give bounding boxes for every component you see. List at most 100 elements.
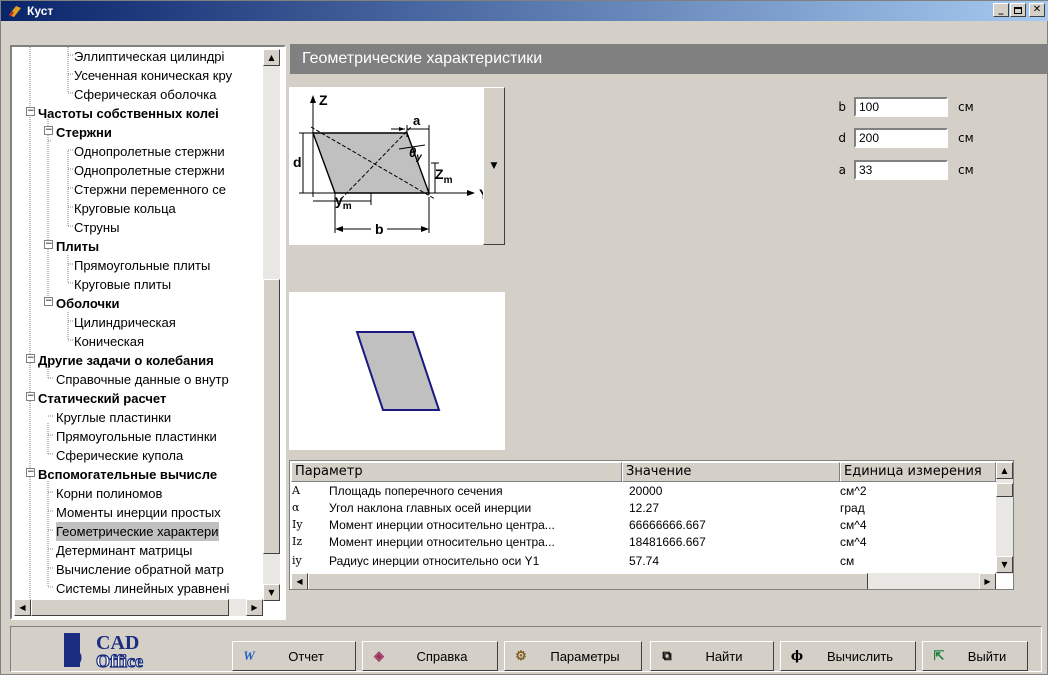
table-scroll-thumb[interactable]	[996, 483, 1013, 497]
scroll-right-button[interactable]: ▶	[246, 599, 263, 616]
hscroll-thumb[interactable]	[31, 599, 229, 616]
chevron-down-icon: ▼	[490, 161, 498, 171]
tree-expander-static-calc[interactable]: −	[26, 392, 35, 401]
tree-expander-rods[interactable]: −	[44, 126, 53, 135]
param-unit-a: см	[958, 163, 974, 177]
report-button[interactable]: W Отчет	[232, 641, 356, 671]
minimize-icon: _	[998, 4, 1004, 15]
scroll-thumb[interactable]	[263, 279, 280, 554]
column-header-value[interactable]: Значение	[622, 462, 840, 482]
tree-item-cylindrical[interactable]: Цилиндрическая	[74, 313, 176, 332]
app-icon	[9, 6, 21, 17]
tree-item-shells[interactable]: Оболочки	[56, 294, 120, 313]
tree-item-spherical-shell[interactable]: Сферическая оболочка	[74, 85, 216, 104]
row-symbol: iy	[292, 554, 302, 567]
scroll-left-button[interactable]: ◀	[14, 599, 31, 616]
tree-item-polynomial-roots[interactable]: Корни полиномов	[56, 484, 162, 503]
tree-item-rods[interactable]: Стержни	[56, 123, 112, 142]
parameters-button[interactable]: ⚙ Параметры	[504, 641, 642, 671]
tree-item-rectangular-plates-static[interactable]: Прямоугольные пластинки	[56, 427, 217, 446]
tree-expander-shells[interactable]: −	[44, 297, 53, 306]
param-row-d: d см	[826, 128, 974, 148]
tree-expander-other-vibration[interactable]: −	[26, 354, 35, 363]
tree-expander-natural-frequencies[interactable]: −	[26, 107, 35, 116]
table-vertical-scrollbar[interactable]: ▲ ▼	[996, 462, 1013, 574]
tree-item-other-vibration[interactable]: Другие задачи о колебания	[38, 351, 214, 370]
row-symbol: Iz	[292, 535, 303, 548]
tree-item-moments-of-inertia[interactable]: Моменты инерции простых	[56, 503, 221, 522]
calculate-button[interactable]: ϕ Вычислить	[780, 641, 916, 671]
results-table[interactable]: Параметр Значение Единица измерения A Пл…	[289, 460, 1014, 590]
tree-expander-plates[interactable]: −	[44, 240, 53, 249]
find-button[interactable]: ⧉ Найти	[650, 641, 774, 671]
tree-vertical-scrollbar[interactable]: ▲ ▼	[263, 49, 280, 601]
table-row[interactable]: iy Радиус инерции относительно оси Y1 57…	[290, 553, 995, 567]
tree-item-circular-plates[interactable]: Круговые плиты	[74, 275, 171, 294]
tree-item-natural-frequencies[interactable]: Частоты собственных колеі	[38, 104, 219, 123]
table-scroll-up-button[interactable]: ▲	[996, 462, 1013, 479]
row-unit: см^4	[840, 518, 867, 532]
tree-item-single-span-rods-2[interactable]: Однопролетные стержни	[74, 161, 225, 180]
maximize-button[interactable]	[1010, 3, 1026, 17]
arrow-up-icon: ▲	[1001, 466, 1008, 475]
table-horizontal-scrollbar[interactable]: ◀ ▶	[291, 573, 996, 589]
row-value: 20000	[629, 484, 663, 498]
tree-item-spherical-domes[interactable]: Сферические купола	[56, 446, 183, 465]
scroll-up-button[interactable]: ▲	[263, 49, 280, 66]
minimize-button[interactable]: _	[993, 3, 1009, 17]
row-symbol: Iy	[292, 518, 303, 531]
help-button[interactable]: ◈ Справка	[362, 641, 498, 671]
diagram-label-ym: ym	[335, 192, 352, 212]
table-scroll-right-button[interactable]: ▶	[979, 573, 996, 589]
tree-item-plates[interactable]: Плиты	[56, 237, 99, 256]
param-input-d[interactable]	[854, 128, 948, 148]
param-input-b[interactable]	[854, 97, 948, 117]
close-button[interactable]: ✕	[1029, 3, 1045, 17]
table-row[interactable]: α Угол наклона главных осей инерции 12.2…	[290, 500, 995, 516]
diagram-label-a: a	[413, 113, 421, 128]
table-hscroll-thumb[interactable]	[308, 573, 868, 589]
row-value: 12.27	[629, 501, 660, 515]
tree-item-rectangular-plates[interactable]: Прямоугольные плиты	[74, 256, 210, 275]
tree-item-determinant[interactable]: Детерминант матрицы	[56, 541, 192, 560]
param-unit-b: см	[958, 100, 974, 114]
param-input-a[interactable]	[854, 160, 948, 180]
tree-item-linear-systems[interactable]: Системы линейных уравнені	[56, 579, 229, 598]
section-type-dropdown-button[interactable]: ▼	[483, 87, 505, 245]
scroll-down-button[interactable]: ▼	[263, 584, 280, 601]
param-label-a: a	[838, 163, 846, 177]
tree-item-static-calc[interactable]: Статический расчет	[38, 389, 166, 408]
exit-button[interactable]: ⇱ Выйти	[922, 641, 1028, 671]
table-row[interactable]: Iz Момент инерции относительно центра...…	[290, 534, 995, 550]
tree-item-variable-section-rods[interactable]: Стержни переменного се	[74, 180, 226, 199]
tree-expander-aux-calc[interactable]: −	[26, 468, 35, 477]
table-scroll-left-button[interactable]: ◀	[291, 573, 308, 589]
table-scroll-down-button[interactable]: ▼	[996, 556, 1013, 573]
arrow-down-icon: ▼	[268, 588, 275, 597]
arrow-right-icon: ▶	[984, 577, 991, 586]
tree-item-strings[interactable]: Струны	[74, 218, 119, 237]
tree-item-elliptic-cylinder[interactable]: Эллиптическая цилиндрі	[74, 47, 224, 66]
row-unit: см	[840, 554, 855, 567]
param-label-b: b	[838, 100, 846, 114]
tree-item-aux-calc[interactable]: Вспомогательные вычисле	[38, 465, 217, 484]
tree-item-conical[interactable]: Коническая	[74, 332, 144, 351]
diagram-label-z: Z	[319, 92, 328, 108]
close-icon: ✕	[1032, 4, 1042, 15]
tree-item-reference-data[interactable]: Справочные данные о внутр	[56, 370, 229, 389]
tree-item-single-span-rods-1[interactable]: Однопролетные стержни	[74, 142, 225, 161]
tree-item-truncated-cone[interactable]: Усеченная коническая кру	[74, 66, 232, 85]
param-row-b: b см	[826, 97, 974, 117]
tree-item-circular-rings[interactable]: Круговые кольца	[74, 199, 176, 218]
tree-horizontal-scrollbar[interactable]: ◀ ▶	[14, 599, 263, 616]
row-parameter: Радиус инерции относительно оси Y1	[329, 554, 540, 567]
table-row[interactable]: Iy Момент инерции относительно центра...…	[290, 517, 995, 533]
tree-item-geometric-properties[interactable]: Геометрические характери	[56, 522, 219, 541]
tree-item-circular-plates-static[interactable]: Круглые пластинки	[56, 408, 171, 427]
column-header-unit[interactable]: Единица измерения	[840, 462, 996, 482]
tree-panel[interactable]: Эллиптическая цилиндрі Усеченная коничес…	[10, 45, 286, 620]
row-parameter: Площадь поперечного сечения	[329, 484, 503, 498]
column-header-parameter[interactable]: Параметр	[291, 462, 622, 482]
tree-item-inverse-matrix[interactable]: Вычисление обратной матр	[56, 560, 224, 579]
table-row[interactable]: A Площадь поперечного сечения 20000 см^2	[290, 483, 995, 499]
